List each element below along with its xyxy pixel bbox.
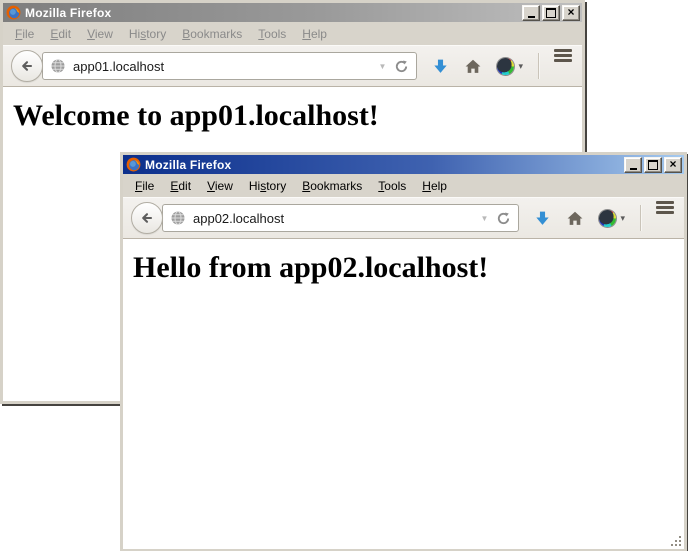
menu-tools[interactable]: Tools <box>250 25 294 43</box>
close-icon: × <box>567 6 574 18</box>
home-button[interactable] <box>464 58 482 75</box>
url-dropdown-icon[interactable]: ▼ <box>379 62 387 71</box>
back-button[interactable] <box>11 50 43 82</box>
titlebar-app01[interactable]: Mozilla Firefox × <box>3 3 582 22</box>
menu-bookmarks[interactable]: Bookmarks <box>174 25 250 43</box>
url-text[interactable]: app02.localhost <box>193 211 477 226</box>
download-arrow-icon <box>534 210 551 227</box>
titlebar-app02[interactable]: Mozilla Firefox × <box>123 155 684 174</box>
menu-view[interactable]: View <box>199 177 241 195</box>
extension-button[interactable]: ▾ <box>599 210 625 227</box>
site-identity-globe-icon[interactable] <box>170 210 186 226</box>
minimize-button[interactable] <box>522 5 540 21</box>
url-text[interactable]: app01.localhost <box>73 59 375 74</box>
menu-bookmarks[interactable]: Bookmarks <box>294 177 370 195</box>
url-dropdown-icon[interactable]: ▼ <box>481 214 489 223</box>
browser-window-app02: Mozilla Firefox × File Edit View History… <box>120 152 687 551</box>
minimize-icon <box>630 168 637 170</box>
menu-history[interactable]: History <box>121 25 174 43</box>
minimize-icon <box>528 16 535 18</box>
downloads-button[interactable] <box>432 58 449 75</box>
back-arrow-icon <box>139 210 155 226</box>
back-button[interactable] <box>131 202 163 234</box>
firefox-logo-icon <box>126 157 141 172</box>
download-arrow-icon <box>432 58 449 75</box>
home-button[interactable] <box>566 210 584 227</box>
toolbar-separator <box>640 205 641 231</box>
site-identity-globe-icon[interactable] <box>50 58 66 74</box>
hamburger-icon <box>656 201 674 204</box>
extension-caret-icon: ▾ <box>518 61 523 72</box>
nav-toolbar-app01: app01.localhost ▼ <box>3 45 582 87</box>
menu-history[interactable]: History <box>241 177 294 195</box>
hamburger-icon <box>554 49 572 52</box>
menu-view[interactable]: View <box>79 25 121 43</box>
home-icon <box>464 58 482 75</box>
reload-icon[interactable] <box>394 59 409 74</box>
close-button[interactable]: × <box>562 5 580 21</box>
color-wheel-extension-icon <box>599 210 616 227</box>
reload-icon[interactable] <box>496 211 511 226</box>
color-wheel-extension-icon <box>497 58 514 75</box>
close-button[interactable]: × <box>664 157 682 173</box>
maximize-button[interactable] <box>644 157 662 173</box>
menu-help[interactable]: Help <box>294 25 335 43</box>
menu-file[interactable]: File <box>127 177 162 195</box>
menu-tools[interactable]: Tools <box>370 177 414 195</box>
extension-caret-icon: ▾ <box>620 213 625 224</box>
menubar-app02: File Edit View History Bookmarks Tools H… <box>123 174 684 197</box>
app-menu-button[interactable] <box>656 209 674 228</box>
firefox-logo-icon <box>6 5 21 20</box>
maximize-icon <box>546 8 556 18</box>
back-arrow-icon <box>19 58 35 74</box>
page-content-app02: Hello from app02.localhost! <box>123 239 684 549</box>
close-icon: × <box>669 158 676 170</box>
page-heading: Welcome to app01.localhost! <box>13 99 582 133</box>
resize-grip[interactable] <box>670 535 683 548</box>
extension-button[interactable]: ▾ <box>497 58 523 75</box>
menubar-app01: File Edit View History Bookmarks Tools H… <box>3 22 582 45</box>
menu-edit[interactable]: Edit <box>162 177 199 195</box>
menu-edit[interactable]: Edit <box>42 25 79 43</box>
url-bar[interactable]: app01.localhost ▼ <box>42 52 417 80</box>
menu-help[interactable]: Help <box>414 177 455 195</box>
page-heading: Hello from app02.localhost! <box>133 251 684 285</box>
window-title: Mozilla Firefox <box>145 158 624 172</box>
toolbar-separator <box>538 53 539 79</box>
maximize-button[interactable] <box>542 5 560 21</box>
minimize-button[interactable] <box>624 157 642 173</box>
window-title: Mozilla Firefox <box>25 6 522 20</box>
url-bar[interactable]: app02.localhost ▼ <box>162 204 519 232</box>
desktop: Mozilla Firefox × File Edit View History… <box>0 0 688 551</box>
nav-toolbar-app02: app02.localhost ▼ <box>123 197 684 239</box>
downloads-button[interactable] <box>534 210 551 227</box>
maximize-icon <box>648 160 658 170</box>
home-icon <box>566 210 584 227</box>
menu-file[interactable]: File <box>7 25 42 43</box>
app-menu-button[interactable] <box>554 57 572 76</box>
